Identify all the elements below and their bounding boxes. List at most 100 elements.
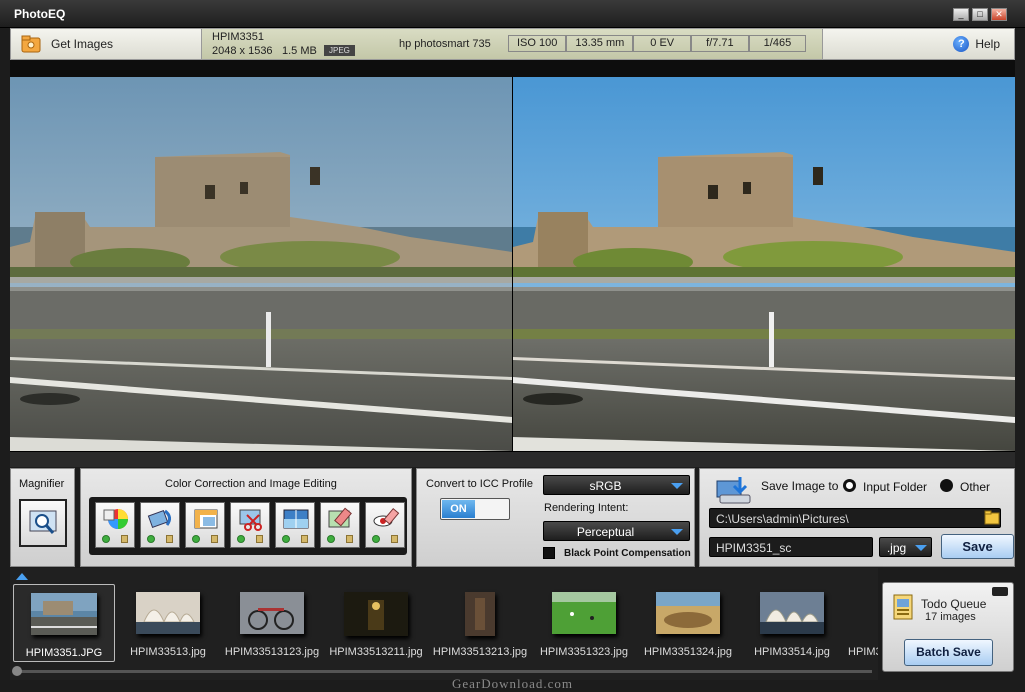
tool-strip xyxy=(89,497,407,555)
exif-iso: ISO 100 xyxy=(508,35,567,52)
output-filename-value: HPIM3351_sc xyxy=(716,541,792,555)
save-button[interactable]: Save xyxy=(941,534,1014,559)
resize-tool[interactable] xyxy=(185,502,225,548)
thumbnail-item[interactable]: HPIM33513123.jpg xyxy=(221,584,323,662)
save-path-field[interactable]: C:\Users\admin\Pictures\ xyxy=(709,508,1001,528)
todo-queue-panel: Todo Queue 17 images Batch Save xyxy=(882,582,1014,672)
icc-profile-value: sRGB xyxy=(589,479,622,493)
magnifier-icon xyxy=(29,510,57,534)
status-dot xyxy=(372,535,380,543)
thumbnail-item[interactable]: HPIM3351.JPG xyxy=(13,584,115,662)
lock-icon xyxy=(166,535,173,543)
exif-aperture: f/7.71 xyxy=(691,35,749,52)
processed-preview[interactable] xyxy=(513,77,1015,451)
rendering-intent-value: Perceptual xyxy=(576,525,635,539)
status-dot xyxy=(192,535,200,543)
queue-menu-icon[interactable] xyxy=(992,587,1008,596)
chevron-down-icon xyxy=(671,529,683,535)
browse-folder-icon[interactable] xyxy=(984,510,1000,526)
rotate-icon xyxy=(147,509,172,529)
collapse-up-icon[interactable] xyxy=(16,573,28,580)
exif-filename: HPIM3351 xyxy=(212,31,264,43)
thumbnail-item[interactable]: HPIM33513211.jpg xyxy=(325,584,427,662)
thumbnail-name: HPIM33513211.jpg xyxy=(329,646,423,658)
color-correction-panel: Color Correction and Image Editing xyxy=(80,468,412,567)
format-badge: JPEG xyxy=(324,45,355,56)
rotate-tool[interactable] xyxy=(140,502,180,548)
color-correction-title: Color Correction and Image Editing xyxy=(165,478,337,490)
icc-toggle[interactable]: ON xyxy=(440,498,510,520)
original-preview[interactable] xyxy=(10,77,512,451)
rendering-intent-select[interactable]: Perceptual xyxy=(543,521,690,541)
extension-select[interactable]: .jpg xyxy=(879,537,932,557)
lock-icon xyxy=(346,535,353,543)
preview-header-strip xyxy=(10,60,1015,77)
exif-filesize: 1.5 MB xyxy=(282,45,317,57)
status-dot xyxy=(237,535,245,543)
thumbnail-item[interactable]: HPIM3351324.jpg xyxy=(637,584,739,662)
other-radio[interactable] xyxy=(940,479,953,492)
thumbnail-item[interactable]: HPIM33514.jpg xyxy=(741,584,843,662)
toolbar: Get Images HPIM3351 2048 x 1536 1.5 MB J… xyxy=(10,28,1015,60)
thumbnail-image xyxy=(31,593,97,635)
lock-icon xyxy=(391,535,398,543)
landscape-icon xyxy=(283,509,309,529)
magnifier-button[interactable] xyxy=(19,499,67,547)
preview-scrollbar[interactable] xyxy=(10,451,1015,467)
status-dot xyxy=(282,535,290,543)
watermark-tool[interactable] xyxy=(320,502,360,548)
lock-icon xyxy=(121,535,128,543)
thumbnail-item[interactable]: HPIM33513.jpg xyxy=(117,584,219,662)
thumbnail-item[interactable]: HPIM3 xyxy=(840,584,878,662)
exif-camera: hp photosmart 735 xyxy=(399,38,491,50)
black-point-checkbox[interactable] xyxy=(543,547,555,559)
sharpen-tool[interactable] xyxy=(275,502,315,548)
scissors-icon xyxy=(239,509,262,531)
lock-icon xyxy=(211,535,218,543)
queue-title: Todo Queue xyxy=(921,597,987,611)
thumbnail-image xyxy=(136,592,200,634)
batch-save-button[interactable]: Batch Save xyxy=(904,639,993,666)
maximize-icon[interactable]: □ xyxy=(972,8,988,21)
exif-panel: HPIM3351 2048 x 1536 1.5 MB JPEG hp phot… xyxy=(201,29,823,59)
input-folder-radio[interactable] xyxy=(843,479,856,492)
thumbnail-name: HPIM33513213.jpg xyxy=(432,646,528,658)
resize-icon xyxy=(194,509,218,529)
status-dot xyxy=(327,535,335,543)
icc-toggle-on: ON xyxy=(442,500,475,518)
original-photo xyxy=(10,77,512,451)
exif-focal-length: 13.35 mm xyxy=(566,35,634,52)
rendering-intent-label: Rendering Intent: xyxy=(544,502,629,514)
extension-value: .jpg xyxy=(886,541,907,555)
magnifier-panel: Magnifier xyxy=(10,468,75,567)
exif-shutter: 1/465 xyxy=(748,35,807,52)
save-to-disk-icon xyxy=(716,477,751,504)
scroll-handle[interactable] xyxy=(12,666,22,676)
get-images-button[interactable]: Get Images xyxy=(21,35,113,53)
close-icon[interactable]: ✕ xyxy=(991,8,1007,21)
minimize-icon[interactable]: _ xyxy=(953,8,969,21)
thumbnail-name: HPIM3351.JPG xyxy=(25,647,103,659)
help-button[interactable]: ? Help xyxy=(953,36,1000,52)
save-path-value: C:\Users\admin\Pictures\ xyxy=(716,512,849,526)
queue-icon xyxy=(893,594,913,620)
icc-profile-select[interactable]: sRGB xyxy=(543,475,690,495)
window-title: PhotoEQ xyxy=(14,7,66,21)
scroll-track xyxy=(16,670,872,673)
output-filename-field[interactable]: HPIM3351_sc xyxy=(709,537,873,557)
thumbnail-name: HPIM33514.jpg xyxy=(754,646,830,658)
watermark: GearDownload.com xyxy=(451,676,574,691)
thumbnail-name: HPIM3351324.jpg xyxy=(643,646,733,658)
thumbnail-item[interactable]: HPIM33513213.jpg xyxy=(429,584,531,662)
red-eye-tool[interactable] xyxy=(365,502,405,548)
magnifier-title: Magnifier xyxy=(19,478,65,490)
chevron-down-icon xyxy=(671,483,683,489)
crop-tool[interactable] xyxy=(230,502,270,548)
color-correction-tool[interactable] xyxy=(95,502,135,548)
help-label: Help xyxy=(975,37,1000,51)
lock-icon xyxy=(301,535,308,543)
thumbnail-image xyxy=(760,592,824,634)
thumbnail-image xyxy=(465,592,495,636)
thumbnail-item[interactable]: HPIM3351323.jpg xyxy=(533,584,635,662)
red-eye-icon xyxy=(373,508,400,527)
